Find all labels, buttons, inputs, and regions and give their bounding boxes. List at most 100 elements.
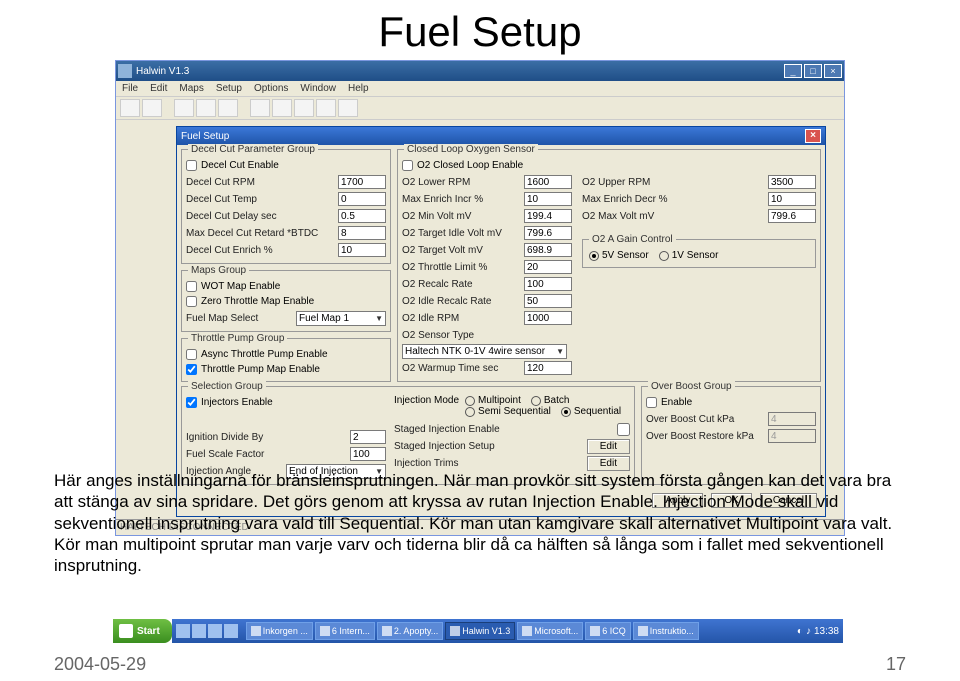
app-icon	[450, 626, 460, 636]
label: Enable	[661, 397, 692, 408]
label: Decel Cut Enable	[201, 160, 279, 171]
tool-e-icon[interactable]	[338, 99, 358, 117]
ql-icon[interactable]	[208, 624, 222, 638]
o2-warmup-input[interactable]	[524, 361, 572, 375]
ql-icon[interactable]	[192, 624, 206, 638]
toolbar	[116, 97, 844, 120]
task-item[interactable]: 2. Apopty...	[377, 622, 443, 640]
staged-injection-checkbox[interactable]	[617, 423, 630, 436]
mode-batch-radio[interactable]: Batch	[531, 395, 570, 406]
over-boost-enable-checkbox[interactable]	[646, 397, 657, 408]
mode-sequential-radio[interactable]: Sequential	[561, 406, 621, 417]
group-title: Over Boost Group	[648, 381, 735, 392]
ql-icon[interactable]	[224, 624, 238, 638]
task-item[interactable]: 6 ICQ	[585, 622, 631, 640]
o2-max-decr-input[interactable]	[768, 192, 816, 206]
task-label: 2. Apopty...	[394, 626, 438, 636]
mode-multipoint-radio[interactable]: Multipoint	[465, 395, 521, 406]
tool-copy-icon[interactable]	[196, 99, 216, 117]
app-icon	[251, 626, 261, 636]
group-title: Closed Loop Oxygen Sensor	[404, 144, 538, 155]
menu-setup[interactable]: Setup	[216, 83, 242, 94]
async-throttle-checkbox[interactable]	[186, 349, 197, 360]
menu-options[interactable]: Options	[254, 83, 288, 94]
fuel-scale-input[interactable]	[350, 447, 386, 461]
menu-edit[interactable]: Edit	[150, 83, 167, 94]
fuel-map-select[interactable]: Fuel Map 1▼	[296, 311, 386, 326]
tool-d-icon[interactable]	[316, 99, 336, 117]
gain-5v-radio[interactable]: 5V Sensor	[589, 250, 649, 261]
group-title: Selection Group	[188, 381, 266, 392]
tool-open-icon[interactable]	[142, 99, 162, 117]
tray-icon[interactable]: ◐	[797, 626, 803, 637]
decel-cut-retard-input[interactable]	[338, 226, 386, 240]
o2-idle-mv-input[interactable]	[524, 226, 572, 240]
label: WOT Map Enable	[201, 281, 280, 292]
label: Injection Trims	[394, 458, 587, 469]
label: Decel Cut Delay sec	[186, 211, 338, 222]
o2-max-mv-input[interactable]	[768, 209, 816, 223]
maximize-button[interactable]: □	[804, 64, 822, 78]
menu-maps[interactable]: Maps	[179, 83, 203, 94]
start-button[interactable]: Start	[113, 619, 172, 643]
decel-cut-temp-input[interactable]	[338, 192, 386, 206]
tool-c-icon[interactable]	[294, 99, 314, 117]
app-title: Halwin V1.3	[136, 66, 189, 77]
menu-window[interactable]: Window	[300, 83, 336, 94]
o2-thr-lim-input[interactable]	[524, 260, 572, 274]
staged-setup-edit-button[interactable]: Edit	[587, 439, 630, 454]
o2-max-incr-input[interactable]	[524, 192, 572, 206]
task-item[interactable]: Instruktio...	[633, 622, 699, 640]
o2-idle-recalc-input[interactable]	[524, 294, 572, 308]
menu-help[interactable]: Help	[348, 83, 369, 94]
close-button[interactable]: ×	[824, 64, 842, 78]
o2-recalc-input[interactable]	[524, 277, 572, 291]
gain-1v-radio[interactable]: 1V Sensor	[659, 250, 719, 261]
o2-sensor-type-select[interactable]: Haltech NTK 0-1V 4wire sensor▼	[402, 344, 567, 359]
injection-trims-edit-button[interactable]: Edit	[587, 456, 630, 471]
task-item[interactable]: Inkorgen ...	[246, 622, 313, 640]
zero-throttle-checkbox[interactable]	[186, 296, 197, 307]
fuel-setup-dialog: Fuel Setup × Decel Cut Parameter Group D…	[176, 126, 826, 517]
over-boost-cut-input	[768, 412, 816, 426]
o2-tgt-mv-input[interactable]	[524, 243, 572, 257]
ql-icon[interactable]	[176, 624, 190, 638]
o2-idle-rpm-input[interactable]	[524, 311, 572, 325]
system-tray[interactable]: ◐ ♪ 13:38	[793, 619, 843, 643]
o2-min-mv-input[interactable]	[524, 209, 572, 223]
menu-file[interactable]: File	[122, 83, 138, 94]
decel-cut-enable-checkbox[interactable]	[186, 160, 197, 171]
label: O2 Sensor Type	[402, 330, 572, 341]
task-item[interactable]: Microsoft...	[517, 622, 583, 640]
o2-closed-loop-checkbox[interactable]	[402, 160, 413, 171]
decel-cut-delay-input[interactable]	[338, 209, 386, 223]
tray-icon[interactable]: ♪	[806, 626, 811, 637]
task-label: 6 ICQ	[602, 626, 626, 636]
task-item-active[interactable]: Halwin V1.3	[445, 622, 515, 640]
taskbar-items: Inkorgen ... 6 Intern... 2. Apopty... Ha…	[242, 619, 793, 643]
minimize-button[interactable]: _	[784, 64, 802, 78]
label: Over Boost Cut kPa	[646, 414, 768, 425]
label: O2 Upper RPM	[582, 177, 768, 188]
task-label: 6 Intern...	[332, 626, 370, 636]
o2-upper-rpm-input[interactable]	[768, 175, 816, 189]
task-item[interactable]: 6 Intern...	[315, 622, 375, 640]
wot-map-checkbox[interactable]	[186, 281, 197, 292]
mode-semi-radio[interactable]: Semi Sequential	[465, 406, 551, 417]
label: O2 Idle RPM	[402, 313, 524, 324]
tool-b-icon[interactable]	[272, 99, 292, 117]
ignition-divide-input[interactable]	[350, 430, 386, 444]
tool-a-icon[interactable]	[250, 99, 270, 117]
tool-paste-icon[interactable]	[218, 99, 238, 117]
dialog-close-icon[interactable]: ×	[805, 129, 821, 143]
tool-new-icon[interactable]	[120, 99, 140, 117]
tool-cut-icon[interactable]	[174, 99, 194, 117]
o2-lower-rpm-input[interactable]	[524, 175, 572, 189]
combo-value: Haltech NTK 0-1V 4wire sensor	[405, 346, 545, 357]
label: Decel Cut Temp	[186, 194, 338, 205]
throttle-pump-map-checkbox[interactable]	[186, 364, 197, 375]
injectors-enable-checkbox[interactable]	[186, 397, 197, 408]
decel-cut-group: Decel Cut Parameter Group Decel Cut Enab…	[181, 149, 391, 264]
decel-cut-enrich-input[interactable]	[338, 243, 386, 257]
decel-cut-rpm-input[interactable]	[338, 175, 386, 189]
